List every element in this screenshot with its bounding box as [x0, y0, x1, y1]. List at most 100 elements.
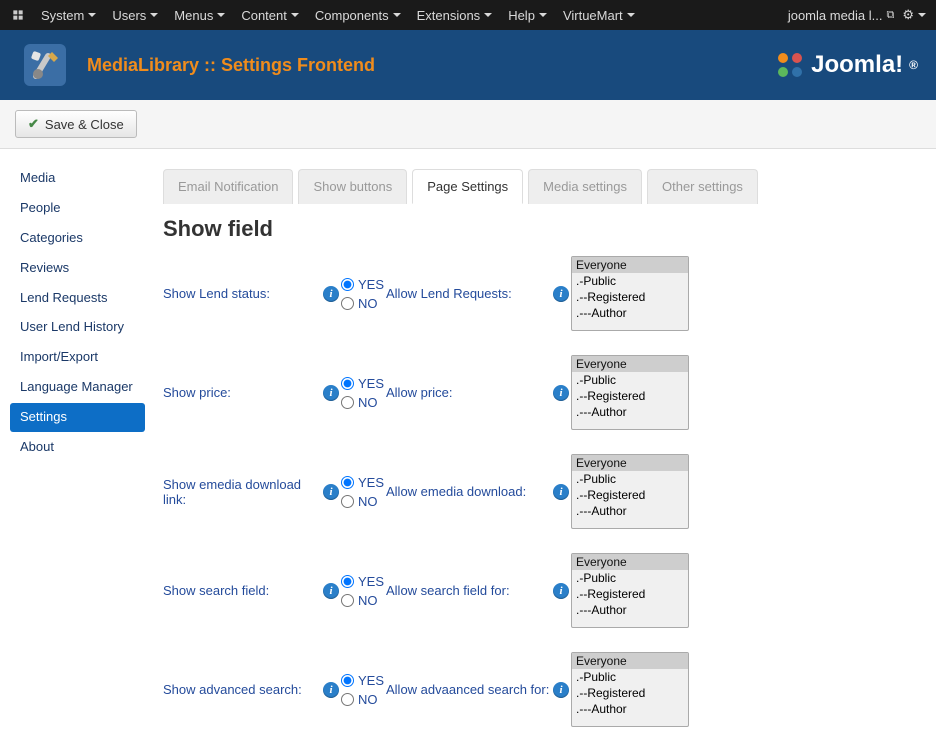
radio-group: YES NO	[341, 673, 386, 707]
radio-label: NO	[358, 593, 378, 608]
field-label: Show Lend status:	[163, 286, 321, 301]
check-icon: ✔	[28, 116, 39, 132]
allow-label: Allow price:	[386, 385, 551, 400]
info-col: i	[321, 286, 341, 302]
info-icon[interactable]: i	[553, 484, 569, 500]
allow-label: Allow search field for:	[386, 583, 551, 598]
save-close-button[interactable]: ✔ Save & Close	[15, 110, 137, 138]
menu-content[interactable]: Content	[234, 2, 306, 29]
main-container: MediaPeopleCategoriesReviewsLend Request…	[0, 149, 936, 751]
info-icon[interactable]: i	[553, 286, 569, 302]
tab-email-notification[interactable]: Email Notification	[163, 169, 293, 204]
sidebar-item-language-manager[interactable]: Language Manager	[10, 373, 145, 402]
radio-input-yes[interactable]	[341, 278, 354, 291]
menu-virtuemart[interactable]: VirtueMart	[556, 2, 642, 29]
radio-no[interactable]: NO	[341, 692, 386, 707]
settings-gear[interactable]: ⚙	[902, 7, 926, 23]
menu-components[interactable]: Components	[308, 2, 408, 29]
radio-yes[interactable]: YES	[341, 673, 386, 688]
allow-select[interactable]: Everyone.-Public.--Registered.---Author	[571, 355, 689, 430]
external-link-icon: ⧉	[886, 9, 894, 22]
menu-extensions[interactable]: Extensions	[410, 2, 500, 29]
radio-col: YES NO	[341, 475, 386, 509]
radio-input-yes[interactable]	[341, 377, 354, 390]
radio-input-no[interactable]	[341, 693, 354, 706]
info-col: i	[321, 583, 341, 599]
header-left: MediaLibrary :: Settings Frontend	[18, 38, 375, 92]
radio-col: YES NO	[341, 277, 386, 311]
form-row: Show emedia download link:iYESNOAllow em…	[163, 454, 918, 529]
sidebar-item-settings[interactable]: Settings	[10, 403, 145, 432]
radio-no[interactable]: NO	[341, 494, 386, 509]
header: MediaLibrary :: Settings Frontend Joomla…	[0, 30, 936, 100]
radio-no[interactable]: NO	[341, 395, 386, 410]
radio-label: YES	[358, 574, 384, 589]
allow-select[interactable]: Everyone.-Public.--Registered.---Author	[571, 256, 689, 331]
info-icon[interactable]: i	[323, 385, 339, 401]
sidebar-item-people[interactable]: People	[10, 194, 145, 223]
page-title: MediaLibrary :: Settings Frontend	[87, 55, 375, 76]
radio-input-yes[interactable]	[341, 674, 354, 687]
sidebar-item-user-lend-history[interactable]: User Lend History	[10, 313, 145, 342]
radio-input-no[interactable]	[341, 297, 354, 310]
radio-label: NO	[358, 296, 378, 311]
allow-select[interactable]: Everyone.-Public.--Registered.---Author	[571, 652, 689, 727]
radio-label: YES	[358, 673, 384, 688]
radio-label: NO	[358, 692, 378, 707]
info-icon[interactable]: i	[553, 583, 569, 599]
sidebar-item-media[interactable]: Media	[10, 164, 145, 193]
radio-input-yes[interactable]	[341, 476, 354, 489]
info-icon[interactable]: i	[323, 286, 339, 302]
radio-yes[interactable]: YES	[341, 574, 386, 589]
admin-bar: System Users Menus Content Components Ex…	[0, 0, 936, 30]
select-col: Everyone.-Public.--Registered.---Author	[571, 454, 696, 529]
allow-label: Allow emedia download:	[386, 484, 551, 499]
radio-input-no[interactable]	[341, 396, 354, 409]
caret-icon	[484, 13, 492, 17]
info-icon[interactable]: i	[323, 484, 339, 500]
select-col: Everyone.-Public.--Registered.---Author	[571, 553, 696, 628]
site-link[interactable]: joomla media l...⧉	[788, 8, 895, 23]
menu-help[interactable]: Help	[501, 2, 554, 29]
form-row: Show search field:iYESNOAllow search fie…	[163, 553, 918, 628]
tab-media-settings[interactable]: Media settings	[528, 169, 642, 204]
select-col: Everyone.-Public.--Registered.---Author	[571, 256, 696, 331]
field-label: Show price:	[163, 385, 321, 400]
radio-col: YES NO	[341, 376, 386, 410]
sidebar-item-import-export[interactable]: Import/Export	[10, 343, 145, 372]
radio-group: YES NO	[341, 475, 386, 509]
radio-yes[interactable]: YES	[341, 376, 386, 391]
gear-icon: ⚙	[902, 7, 914, 23]
sidebar-item-lend-requests[interactable]: Lend Requests	[10, 284, 145, 313]
info-icon[interactable]: i	[553, 385, 569, 401]
menu-system[interactable]: System	[34, 2, 103, 29]
menu-users[interactable]: Users	[105, 2, 165, 29]
radio-label: YES	[358, 475, 384, 490]
form-row: Show Lend status:iYESNOAllow Lend Reques…	[163, 256, 918, 331]
sidebar-item-about[interactable]: About	[10, 433, 145, 462]
admin-menu: System Users Menus Content Components Ex…	[34, 2, 788, 29]
radio-no[interactable]: NO	[341, 593, 386, 608]
radio-yes[interactable]: YES	[341, 277, 386, 292]
menu-menus[interactable]: Menus	[167, 2, 232, 29]
content: Email NotificationShow buttonsPage Setti…	[145, 149, 936, 751]
field-label: Show search field:	[163, 583, 321, 598]
joomla-brand: Joomla!®	[775, 50, 918, 80]
radio-input-no[interactable]	[341, 495, 354, 508]
radio-no[interactable]: NO	[341, 296, 386, 311]
sidebar-item-categories[interactable]: Categories	[10, 224, 145, 253]
field-label: Show advanced search:	[163, 682, 321, 697]
tab-page-settings[interactable]: Page Settings	[412, 169, 523, 204]
sidebar-item-reviews[interactable]: Reviews	[10, 254, 145, 283]
radio-input-no[interactable]	[341, 594, 354, 607]
tab-other-settings[interactable]: Other settings	[647, 169, 758, 204]
tab-show-buttons[interactable]: Show buttons	[298, 169, 407, 204]
info-icon[interactable]: i	[323, 583, 339, 599]
caret-icon	[291, 13, 299, 17]
allow-select[interactable]: Everyone.-Public.--Registered.---Author	[571, 454, 689, 529]
radio-input-yes[interactable]	[341, 575, 354, 588]
caret-icon	[918, 13, 926, 17]
tools-icon	[18, 38, 72, 92]
allow-select[interactable]: Everyone.-Public.--Registered.---Author	[571, 553, 689, 628]
radio-yes[interactable]: YES	[341, 475, 386, 490]
